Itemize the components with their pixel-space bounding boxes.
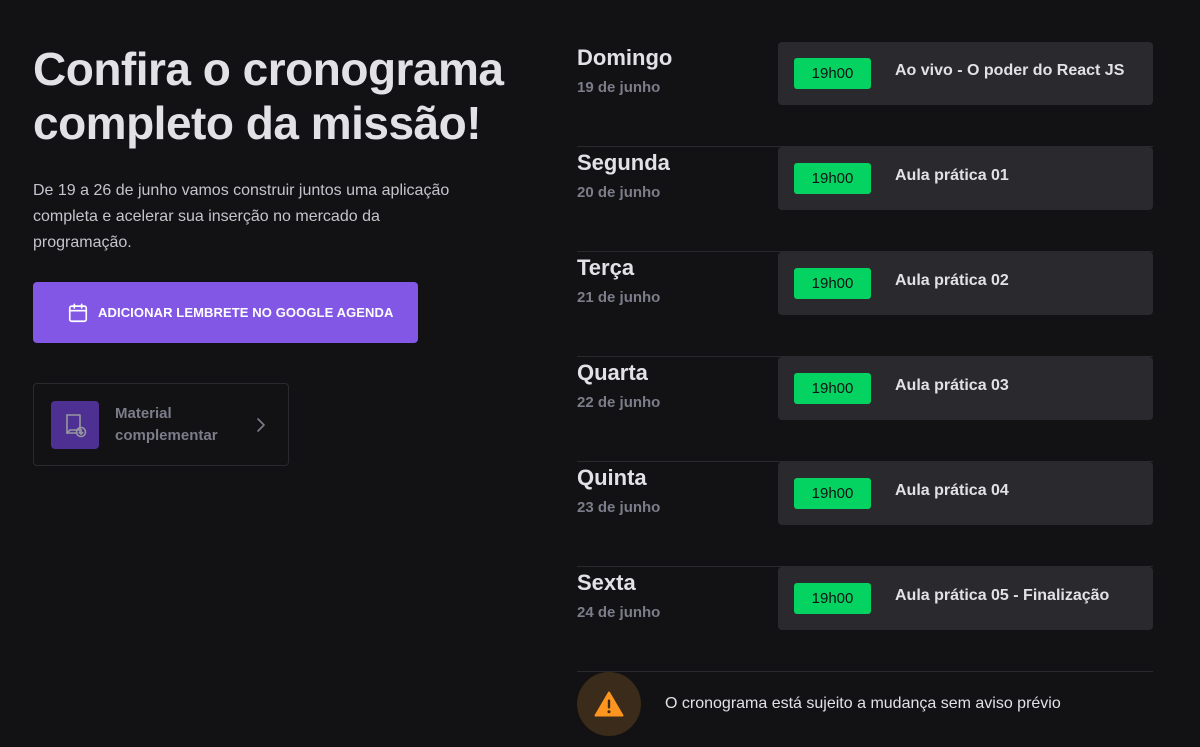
event-title: Aula prática 03 [895,377,1009,394]
schedule-day: Segunda [577,150,670,175]
time-badge: 19h00 [794,583,871,614]
event-card[interactable]: 19h00 Aula prática 01 [778,147,1153,210]
time-badge: 19h00 [794,268,871,299]
schedule-row: Segunda 20 de junho 19h00 Aula prática 0… [577,147,1153,252]
schedule-notice: O cronograma está sujeito a mudança sem … [577,672,1061,736]
event-title: Aula prática 04 [895,482,1009,499]
schedule-date: 23 de junho [577,499,661,516]
chevron-right-icon [255,417,267,433]
hero-section: Confira o cronograma completo da missão!… [33,42,523,466]
event-card[interactable]: 19h00 Aula prática 03 [778,357,1153,420]
material-complementar-link[interactable]: Material complementar [33,383,289,466]
event-title: Ao vivo - O poder do React JS [895,62,1125,79]
page: Confira o cronograma completo da missão!… [0,0,1200,747]
material-download-icon [51,400,99,449]
event-card[interactable]: 19h00 Ao vivo - O poder do React JS [778,42,1153,105]
warning-icon [577,672,641,736]
page-title: Confira o cronograma completo da missão! [33,43,504,149]
schedule-row: Terça 21 de junho 19h00 Aula prática 02 [577,252,1153,357]
schedule-day: Domingo [577,45,673,70]
schedule-date: 21 de junho [577,289,661,306]
event-card[interactable]: 19h00 Aula prática 02 [778,252,1153,315]
schedule-day: Quarta [577,360,648,385]
event-title: Aula prática 01 [895,167,1009,184]
page-description: De 19 a 26 de junho vamos construir junt… [33,182,450,251]
calendar-icon [67,302,89,324]
time-badge: 19h00 [794,58,871,89]
time-badge: 19h00 [794,373,871,404]
schedule-date: 19 de junho [577,79,661,96]
schedule-row: Quinta 23 de junho 19h00 Aula prática 04 [577,462,1153,567]
schedule-date: 20 de junho [577,184,661,201]
material-label: Material complementar [115,404,218,444]
event-title: Aula prática 02 [895,272,1009,289]
schedule-row: Sexta 24 de junho 19h00 Aula prática 05 … [577,567,1153,672]
reminder-button-label: ADICIONAR LEMBRETE NO GOOGLE AGENDA [98,305,394,320]
schedule-day: Quinta [577,465,647,490]
schedule-day: Terça [577,255,635,280]
time-badge: 19h00 [794,478,871,509]
schedule-date: 24 de junho [577,604,661,621]
time-badge: 19h00 [794,163,871,194]
schedule-list: Domingo 19 de junho 19h00 Ao vivo - O po… [577,42,1153,736]
event-card[interactable]: 19h00 Aula prática 04 [778,462,1153,525]
add-google-calendar-reminder-button[interactable]: ADICIONAR LEMBRETE NO GOOGLE AGENDA [33,282,418,343]
notice-text: O cronograma está sujeito a mudança sem … [665,695,1061,712]
schedule-row: Domingo 19 de junho 19h00 Ao vivo - O po… [577,42,1153,147]
event-title: Aula prática 05 - Finalização [895,587,1110,604]
schedule-date: 22 de junho [577,394,661,411]
event-card[interactable]: 19h00 Aula prática 05 - Finalização [778,567,1153,630]
schedule-row: Quarta 22 de junho 19h00 Aula prática 03 [577,357,1153,462]
schedule-day: Sexta [577,570,636,595]
